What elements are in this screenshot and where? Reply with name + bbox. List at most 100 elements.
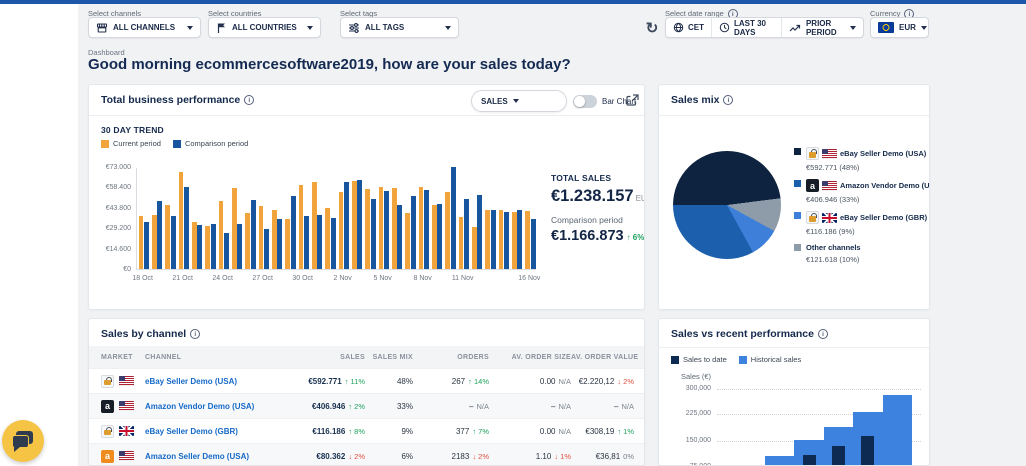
- legend-value: €592.771 (48%): [806, 163, 860, 172]
- channel-link[interactable]: Amazon Vendor Demo (USA): [145, 402, 254, 411]
- orders-change: ↑ 14%: [468, 376, 489, 386]
- comparison-period-bar: [170, 215, 176, 269]
- table-row: Amazon Vendor Demo (USA) €406.946↑ 2% 33…: [89, 393, 644, 418]
- comparison-change: ↑ 6%: [626, 233, 645, 242]
- current-period-bar: [245, 213, 251, 269]
- sliders-icon: [349, 22, 359, 33]
- metric-select-dropdown[interactable]: SALES: [471, 90, 567, 112]
- total-business-performance-card: Total business performance i SALES Bar Ch…: [88, 84, 645, 310]
- chevron-down-icon: [445, 25, 451, 30]
- legend-label: eBay Seller Demo (GBR): [840, 213, 928, 222]
- legend-label: Comparison period: [184, 139, 249, 148]
- comparison-period-bar: [450, 167, 456, 269]
- y-tick-label: €29.200: [105, 225, 131, 233]
- comparison-period-label: Comparison period: [551, 215, 623, 225]
- chat-button[interactable]: [2, 420, 44, 462]
- info-icon[interactable]: i: [723, 95, 734, 106]
- orders-value: 2183: [451, 451, 470, 461]
- comparison-period-bar: [330, 218, 336, 269]
- top-accent-bar: [0, 0, 1026, 4]
- total-sales-value: €1.238.157EUR: [551, 187, 644, 206]
- order-value-change: N/A: [621, 401, 634, 411]
- market-cell: [101, 374, 145, 388]
- order-value-value: €308,19: [585, 426, 615, 436]
- x-tick-label: 18 Oct: [132, 275, 153, 282]
- y-tick-label: €73.000: [105, 164, 131, 171]
- card-title: Sales mix i: [671, 94, 734, 106]
- current-period-bar: [338, 192, 344, 269]
- current-period-bar: [218, 201, 224, 269]
- date-range-segment[interactable]: LAST 30 DAYS: [711, 18, 781, 37]
- comparison-period-value: €1.166.873 ↑ 6%: [551, 228, 645, 244]
- currency-dropdown[interactable]: EUR: [870, 17, 929, 38]
- bar-chart-toggle[interactable]: [573, 95, 597, 108]
- comparison-period-bar: [317, 214, 323, 269]
- sales-mix-pie: [673, 151, 781, 259]
- comparison-period-bar: [277, 218, 283, 269]
- current-period-bar: [365, 189, 371, 269]
- legend-value: €406.946 (33%): [806, 195, 860, 204]
- info-icon[interactable]: i: [244, 95, 255, 106]
- sales-by-channel-card: Sales by channel i MARKET CHANNEL SALES S…: [88, 318, 645, 466]
- comparison-period-bar: [357, 180, 363, 269]
- channel-link[interactable]: eBay Seller Demo (GBR): [145, 427, 238, 436]
- ebay-icon: [806, 211, 819, 224]
- current-period-bar: [431, 204, 437, 269]
- tags-filter-dropdown[interactable]: ALL TAGS: [340, 17, 459, 38]
- current-period-bar: [191, 222, 197, 269]
- divider: [89, 115, 644, 116]
- trend-y-axis: €73.000 €58.400 €43.800 €29.200 €14.600 €0: [89, 164, 131, 273]
- table-row: eBay Seller Demo (GBR) €116.186 ↑ 8% 9% 3…: [89, 418, 644, 443]
- col-av-order-value: AV. ORDER VALUE: [571, 353, 639, 361]
- sidebar-strip: [0, 4, 78, 466]
- legend-label: eBay Seller Demo (USA): [840, 149, 927, 158]
- orders-change: N/A: [476, 401, 489, 411]
- chevron-down-icon: [307, 25, 313, 30]
- comparison-period-bar: [384, 191, 389, 269]
- chevron-down-icon: [187, 25, 193, 30]
- comparison-period-bar: [290, 196, 296, 269]
- legend-label: Amazon Vendor Demo (USA): [840, 181, 930, 190]
- legend-item: Other channels €121.618 (10%): [794, 243, 861, 264]
- eu-flag-icon: [878, 22, 894, 33]
- sales-mix-value: 33%: [396, 401, 413, 411]
- export-icon[interactable]: [625, 93, 640, 108]
- current-period-bar: [298, 185, 304, 269]
- comparison-period-bar: [210, 223, 216, 269]
- timezone-segment[interactable]: CET: [666, 18, 711, 37]
- date-range-value: LAST 30 DAYS: [734, 18, 767, 37]
- comparison-period-bar: [530, 218, 536, 269]
- sales-to-date-bar: [861, 436, 875, 465]
- channel-link[interactable]: Amazon Seller Demo (USA): [145, 452, 249, 461]
- comparison-period-bar: [437, 204, 443, 269]
- refresh-icon[interactable]: ↻: [642, 17, 662, 38]
- y-tick-label: 300,000: [685, 385, 711, 392]
- comparison-period-bar: [344, 182, 349, 269]
- x-tick-label: 24 Oct: [212, 275, 233, 282]
- channel-link[interactable]: eBay Seller Demo (USA): [145, 377, 237, 386]
- order-size-change: ↓ 1%: [554, 451, 571, 461]
- us-flag-icon: [822, 180, 837, 191]
- trend-legend: Current period Comparison period: [101, 139, 248, 148]
- current-period-bar: [471, 227, 477, 269]
- current-period-bar: [511, 211, 517, 269]
- info-icon[interactable]: i: [190, 329, 201, 340]
- current-period-bar: [138, 215, 144, 269]
- countries-filter-dropdown[interactable]: ALL COUNTRIES: [208, 17, 321, 38]
- sales-value: €116.186: [312, 426, 346, 436]
- comparison-segment[interactable]: PRIOR PERIOD: [780, 18, 863, 37]
- orders-value: 377: [455, 426, 470, 436]
- comparison-period-bar: [250, 199, 256, 269]
- trend-subtitle: 30 DAY TREND: [101, 125, 164, 135]
- current-period-bar: [271, 210, 277, 269]
- sales-to-date-bar: [802, 454, 816, 465]
- order-value-change: 0%: [623, 451, 634, 461]
- comparison-period-bar: [144, 222, 149, 269]
- channels-filter-dropdown[interactable]: ALL CHANNELS: [88, 17, 201, 38]
- performance-stats: TOTAL SALES €1.238.157EUR Comparison per…: [551, 173, 645, 244]
- historical-sales-bar: [882, 394, 912, 465]
- sales-value: €592.771: [308, 376, 342, 386]
- trend-plot: [136, 167, 536, 270]
- y-tick-label: 150,000: [685, 437, 711, 444]
- date-range-control: CET LAST 30 DAYS PRIOR PERIOD: [665, 17, 864, 38]
